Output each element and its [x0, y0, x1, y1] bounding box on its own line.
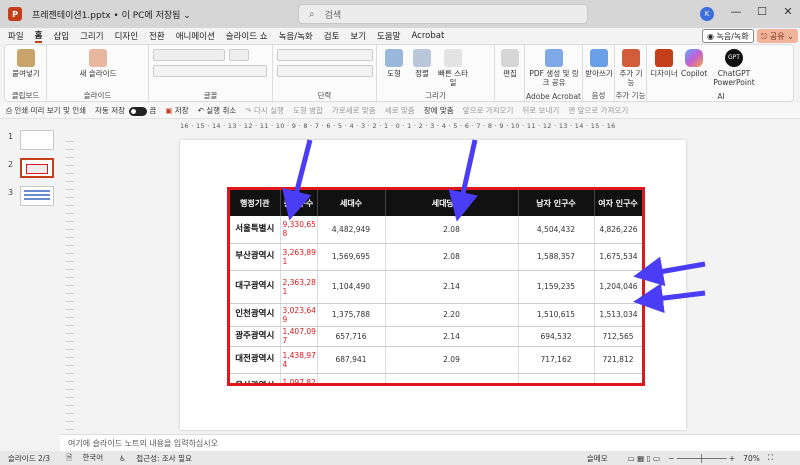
view-buttons[interactable]: ▭ ▦ ▯ ▭	[628, 454, 661, 463]
annotation-arrows	[282, 139, 706, 314]
accessibility-icon: ♿	[119, 453, 129, 463]
spellcheck-icon: 🗎	[66, 452, 75, 462]
arrow-icon	[633, 283, 706, 314]
arrow-icon	[448, 139, 478, 222]
zoom-slider[interactable]: − ─────┼───── +	[668, 454, 735, 463]
slide-counter[interactable]: 슬라이드 2/3	[8, 453, 50, 464]
slide-notes-input[interactable]: 여기에 슬라이드 노트의 내용을 입력하십시오	[60, 434, 800, 451]
accessibility-status[interactable]: ♿ 접근성: 조사 필요	[111, 453, 192, 464]
status-bar: 슬라이드 2/3 🗎 한국어 ♿ 접근성: 조사 필요 슬메모 ▭ ▦ ▯ ▭ …	[0, 451, 800, 465]
fit-slide-icon[interactable]: ⛶	[768, 453, 773, 463]
arrow-icon	[282, 139, 313, 221]
zoom-level[interactable]: 70%	[743, 454, 760, 463]
language-indicator[interactable]: 🗎 한국어	[58, 452, 103, 465]
arrow-icon	[633, 256, 706, 287]
notes-toggle-button[interactable]: 슬메모	[587, 453, 608, 464]
